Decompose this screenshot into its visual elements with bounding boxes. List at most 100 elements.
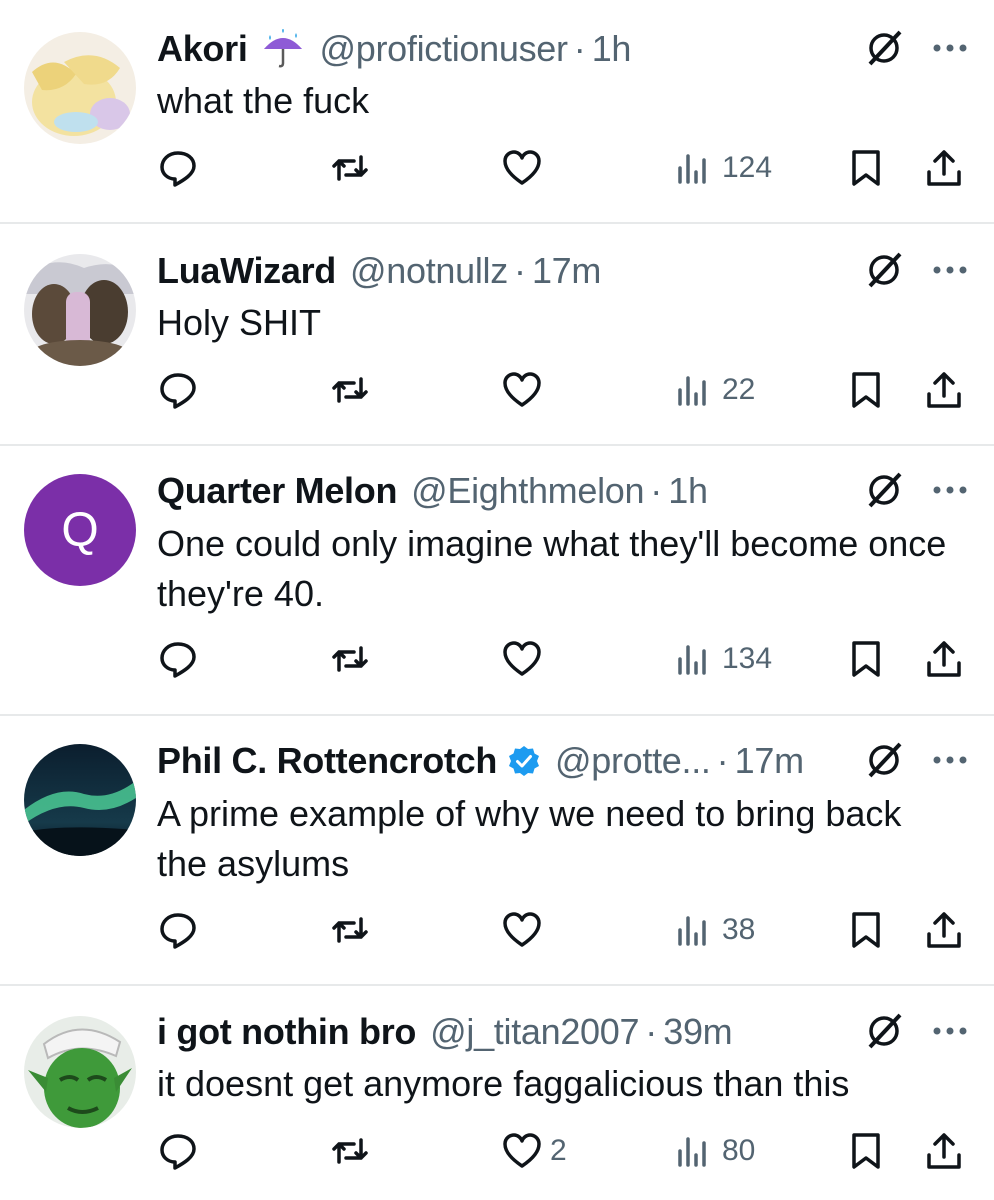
more-icon[interactable]: [930, 38, 970, 58]
tweet-text: A prime example of why we need to bring …: [157, 793, 912, 884]
timestamp[interactable]: 1h: [668, 468, 708, 514]
reply-icon: [160, 642, 196, 678]
avatar[interactable]: Q: [24, 474, 136, 586]
like-button[interactable]: [502, 905, 550, 955]
views-button[interactable]: 80: [674, 1126, 755, 1176]
retweet-button[interactable]: [330, 143, 370, 193]
display-name[interactable]: Phil C. Rottencrotch: [157, 738, 497, 784]
bookmark-button[interactable]: [846, 365, 886, 415]
bookmark-button[interactable]: [846, 143, 886, 193]
avatar[interactable]: [24, 254, 136, 366]
retweet-button[interactable]: [330, 905, 370, 955]
reply-button[interactable]: [158, 905, 198, 955]
tweet-text: Holy SHIT: [157, 302, 322, 343]
grok-icon[interactable]: [862, 1009, 906, 1053]
separator: ·: [650, 470, 663, 511]
views-button[interactable]: 134: [674, 634, 772, 684]
avatar[interactable]: [24, 32, 136, 144]
reply-icon: [160, 373, 196, 409]
avatar[interactable]: [24, 1016, 136, 1128]
share-button[interactable]: [924, 143, 964, 193]
handle[interactable]: @j_titan2007: [430, 1009, 639, 1055]
display-name[interactable]: LuaWizard: [157, 248, 336, 294]
grok-icon[interactable]: [862, 738, 906, 782]
views-button[interactable]: 38: [674, 905, 755, 955]
like-button[interactable]: [502, 143, 550, 193]
reply-button[interactable]: [158, 1126, 198, 1176]
tweet[interactable]: Q Quarter Melon @Eighthmelon · 1h One co…: [0, 446, 994, 714]
tweet[interactable]: Phil C. Rottencrotch @protte... · 17m A …: [0, 716, 994, 984]
tweet[interactable]: LuaWizard @notnullz · 17m Holy SHIT 22: [0, 224, 994, 444]
like-button[interactable]: [502, 634, 550, 684]
more-icon[interactable]: [930, 1021, 970, 1041]
view-count: 134: [722, 642, 773, 675]
reply-button[interactable]: [158, 143, 198, 193]
timestamp[interactable]: 1h: [592, 26, 632, 72]
tweet-text: what the fuck: [157, 80, 370, 121]
like-button[interactable]: [502, 365, 550, 415]
display-name[interactable]: Akori: [157, 26, 248, 72]
grok-icon[interactable]: [862, 248, 906, 292]
retweet-button[interactable]: [330, 1126, 370, 1176]
share-button[interactable]: [924, 905, 964, 955]
grok-icon[interactable]: [862, 468, 906, 512]
umbrella-icon: [263, 29, 302, 68]
view-count: 38: [722, 913, 756, 946]
share-button[interactable]: [924, 365, 964, 415]
handle[interactable]: @notnullz: [350, 248, 508, 294]
view-count: 22: [722, 373, 756, 406]
views-icon: [678, 645, 706, 675]
grok-icon[interactable]: [862, 26, 906, 70]
more-icon[interactable]: [930, 260, 970, 280]
share-button[interactable]: [924, 634, 964, 684]
handle[interactable]: @protte...: [555, 738, 711, 784]
avatar-image: [24, 254, 136, 366]
bookmark-icon: [852, 150, 880, 186]
bookmark-button[interactable]: [846, 634, 886, 684]
share-button[interactable]: [924, 1126, 964, 1176]
like-count: 2: [550, 1134, 567, 1167]
handle[interactable]: @Eighthmelon: [411, 468, 644, 514]
reply-icon: [160, 1134, 196, 1170]
views-icon: [678, 376, 706, 406]
tweet[interactable]: Akori @profictionuser · 1h what the fuck: [0, 0, 994, 222]
avatar[interactable]: [24, 744, 136, 856]
timestamp[interactable]: 17m: [532, 248, 601, 294]
avatar-image: [24, 744, 136, 856]
avatar-letter: Q: [61, 504, 98, 557]
separator: ·: [716, 740, 729, 781]
views-icon: [678, 916, 706, 946]
tweet-text: One could only imagine what they'll beco…: [157, 523, 957, 614]
bookmark-icon: [852, 1133, 880, 1169]
bookmark-button[interactable]: [846, 905, 886, 955]
retweet-button[interactable]: [330, 634, 370, 684]
views-icon: [678, 154, 706, 184]
heart-icon: [503, 1133, 541, 1168]
share-icon: [927, 150, 961, 186]
more-icon[interactable]: [930, 480, 970, 500]
tweet-text: it doesnt get anymore faggalicious than …: [157, 1063, 850, 1104]
display-name[interactable]: i got nothin bro: [157, 1009, 416, 1055]
bookmark-button[interactable]: [846, 1126, 886, 1176]
reply-button[interactable]: [158, 365, 198, 415]
timestamp[interactable]: 17m: [735, 738, 804, 784]
reply-feed: Akori @profictionuser · 1h what the fuck: [0, 0, 994, 1200]
tweet[interactable]: i got nothin bro @j_titan2007 · 39m it d…: [0, 986, 994, 1200]
timestamp[interactable]: 39m: [663, 1009, 732, 1055]
retweet-button[interactable]: [330, 365, 370, 415]
handle[interactable]: @profictionuser: [320, 26, 568, 72]
more-icon[interactable]: [930, 750, 970, 770]
bookmark-icon: [852, 372, 880, 408]
share-icon: [927, 641, 961, 677]
verified-badge: [507, 744, 541, 778]
retweet-icon: [332, 155, 368, 181]
view-count: 124: [722, 151, 773, 184]
separator: ·: [573, 28, 586, 69]
heart-icon: [503, 641, 541, 676]
reply-button[interactable]: [158, 634, 198, 684]
display-name[interactable]: Quarter Melon: [157, 468, 397, 514]
share-icon: [927, 372, 961, 408]
views-button[interactable]: 22: [674, 365, 755, 415]
like-button[interactable]: 2: [502, 1126, 567, 1176]
views-button[interactable]: 124: [674, 143, 772, 193]
